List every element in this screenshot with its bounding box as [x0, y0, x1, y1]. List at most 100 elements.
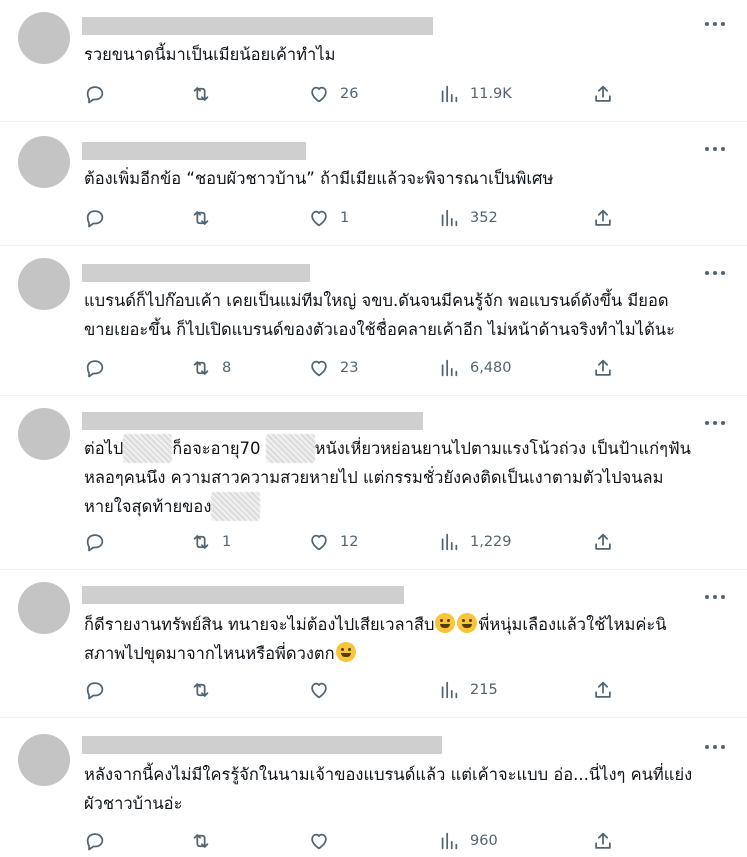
share-button[interactable]: [592, 356, 614, 380]
grin-sweat-emoji: [457, 613, 478, 633]
share-button[interactable]: [592, 530, 614, 554]
more-icon[interactable]: [705, 742, 725, 752]
censored-text: xxxxx: [265, 434, 315, 463]
post: ก็ดีรายงานทรัพย์สิน ทนายจะไม่ต้องไปเสียเ…: [0, 570, 747, 718]
views-button[interactable]: 6,480: [438, 356, 512, 380]
more-icon[interactable]: [705, 268, 725, 278]
share-icon: [595, 533, 611, 550]
action-bar: 1 12 1,229: [84, 530, 624, 554]
redacted-username: [82, 264, 310, 282]
views-button[interactable]: 352: [438, 206, 498, 230]
post: แบรนด์ก็ไปก๊อบเค้า เคยเป็นแม่ทีมใหญ่ จขบ…: [0, 246, 747, 396]
more-icon[interactable]: [705, 418, 725, 428]
reply-button[interactable]: [84, 678, 116, 702]
retweet-button[interactable]: 1: [190, 530, 231, 554]
retweet-icon: [193, 87, 209, 101]
reply-icon: [86, 210, 104, 228]
action-bar: 26 11.9K: [84, 82, 624, 106]
more-icon[interactable]: [705, 144, 725, 154]
heart-icon: [311, 534, 327, 551]
more-icon[interactable]: [705, 592, 725, 602]
share-icon: [595, 85, 611, 102]
post: ต้องเพิ่มอีกข้อ “ชอบผัวชาวบ้าน” ถ้ามีเมี…: [0, 122, 747, 246]
post: ต่อไปxxxxxก็อจะอายุ70 xxxxxหนังเหี่ยวหย่…: [0, 396, 747, 570]
like-button[interactable]: 1: [308, 206, 349, 230]
like-button[interactable]: [308, 678, 340, 702]
post-text: ต้องเพิ่มอีกข้อ “ชอบผัวชาวบ้าน” ถ้ามีเมี…: [84, 169, 554, 188]
views-icon: [441, 681, 458, 699]
share-button[interactable]: [592, 206, 614, 230]
post-text: ต่อไปxxxxxก็อจะอายุ70 xxxxxหนังเหี่ยวหย่…: [84, 434, 723, 521]
post-text: ก็ดีรายงานทรัพย์สิน ทนายจะไม่ต้องไปเสียเ…: [84, 613, 667, 663]
reply-button[interactable]: [84, 829, 116, 853]
views-icon: [441, 359, 458, 377]
redacted-username: [82, 17, 433, 35]
like-button[interactable]: 23: [308, 356, 358, 380]
post-text: แบรนด์ก็ไปก๊อบเค้า เคยเป็นแม่ทีมใหญ่ จขบ…: [84, 291, 675, 339]
share-icon: [595, 681, 611, 698]
views-icon: [441, 85, 458, 103]
censored-text: xxxxx: [123, 434, 173, 463]
post-text: รวยขนาดนี้มาเป็นเมียน้อยเค้าทำไม: [84, 45, 336, 64]
reply-button[interactable]: [84, 356, 116, 380]
heart-icon: [311, 682, 327, 699]
views-button[interactable]: 960: [438, 829, 498, 853]
reply-button[interactable]: [84, 206, 116, 230]
avatar[interactable]: [18, 582, 70, 634]
avatar[interactable]: [18, 136, 70, 188]
action-bar: 960: [84, 829, 624, 853]
views-button[interactable]: 215: [438, 678, 498, 702]
post: รวยขนาดนี้มาเป็นเมียน้อยเค้าทำไม 26 11.9…: [0, 0, 747, 122]
like-button[interactable]: 12: [308, 530, 358, 554]
reply-icon: [86, 833, 104, 851]
action-bar: 1 352: [84, 206, 624, 230]
share-icon: [595, 359, 611, 376]
reply-icon: [86, 86, 104, 104]
thinking-face-emoji: [335, 642, 356, 662]
retweet-icon: [193, 211, 209, 225]
action-bar: 8 23 6,480: [84, 356, 624, 380]
reply-icon: [86, 682, 104, 700]
share-icon: [595, 209, 611, 226]
views-icon: [441, 832, 458, 850]
more-icon[interactable]: [705, 19, 725, 29]
reply-button[interactable]: [84, 82, 116, 106]
retweet-button[interactable]: [190, 82, 222, 106]
redacted-username: [82, 142, 306, 160]
avatar[interactable]: [18, 258, 70, 310]
retweet-button[interactable]: [190, 678, 222, 702]
retweet-icon: [193, 361, 209, 375]
redacted-username: [82, 586, 404, 604]
post: หลังจากนี้คงไม่มีใครรู้จักในนามเจ้าของแบ…: [0, 718, 747, 857]
redacted-username: [82, 736, 442, 754]
action-bar: 215: [84, 678, 624, 702]
reply-button[interactable]: [84, 530, 116, 554]
retweet-icon: [193, 683, 209, 697]
like-button[interactable]: [308, 829, 340, 853]
retweet-button[interactable]: 8: [190, 356, 231, 380]
heart-icon: [311, 833, 327, 850]
reply-icon: [86, 360, 104, 378]
heart-icon: [311, 86, 327, 103]
heart-icon: [311, 210, 327, 227]
censored-text: xxxxx: [211, 492, 261, 521]
avatar[interactable]: [18, 408, 70, 460]
share-button[interactable]: [592, 829, 614, 853]
reply-icon: [86, 534, 104, 552]
heart-icon: [311, 360, 327, 377]
redacted-username: [82, 412, 423, 430]
retweet-icon: [193, 535, 209, 549]
share-icon: [595, 832, 611, 849]
avatar[interactable]: [18, 734, 70, 786]
post-text: หลังจากนี้คงไม่มีใครรู้จักในนามเจ้าของแบ…: [84, 765, 693, 813]
views-icon: [441, 533, 458, 551]
retweet-icon: [193, 834, 209, 848]
share-button[interactable]: [592, 678, 614, 702]
retweet-button[interactable]: [190, 206, 222, 230]
retweet-button[interactable]: [190, 829, 222, 853]
views-button[interactable]: 11.9K: [438, 82, 512, 106]
avatar[interactable]: [18, 12, 70, 64]
share-button[interactable]: [592, 82, 614, 106]
like-button[interactable]: 26: [308, 82, 358, 106]
views-button[interactable]: 1,229: [438, 530, 512, 554]
